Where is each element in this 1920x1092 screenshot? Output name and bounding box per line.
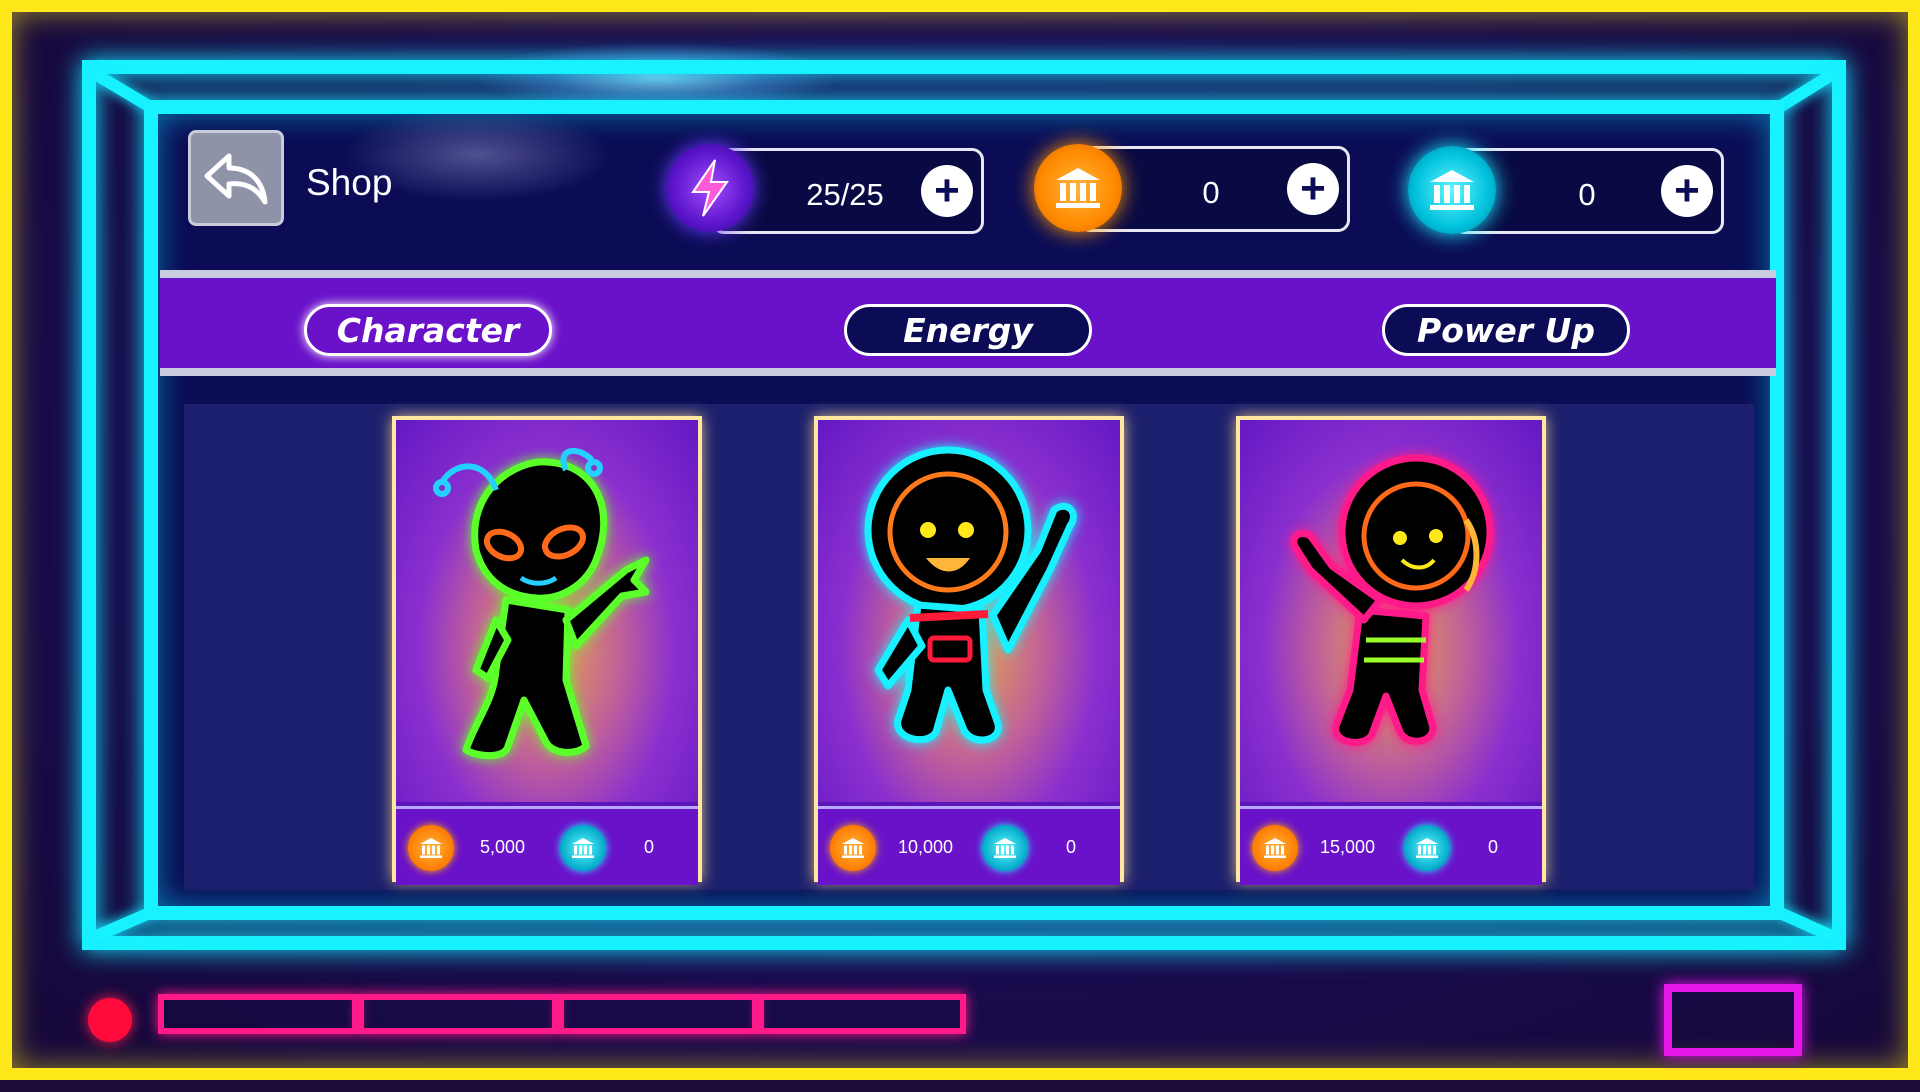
gold-value: 0 <box>1202 175 1220 210</box>
price-row: 10,000 0 <box>818 806 1120 885</box>
alien-character-art <box>396 420 698 802</box>
gold-price: 5,000 <box>480 837 526 857</box>
magenta-neon-box <box>1664 984 1802 1056</box>
gold-price: 10,000 <box>898 837 954 857</box>
gem-price: 0 <box>644 837 655 857</box>
gem-coin-icon <box>560 825 606 871</box>
gem-value: 0 <box>1578 177 1596 212</box>
gold-price: 15,000 <box>1320 837 1376 857</box>
astronaut-girl-art <box>1240 420 1542 802</box>
gold-coin-icon <box>408 825 454 871</box>
gem-coin-icon <box>982 825 1028 871</box>
pink-bar-segment <box>158 994 358 1034</box>
gold-coin-icon <box>1252 825 1298 871</box>
gem-coin-icon <box>1404 825 1450 871</box>
lightning-icon <box>666 144 754 232</box>
energy-value: 25/25 <box>806 177 884 212</box>
gem-price: 0 <box>1488 837 1499 857</box>
gold-coin-icon <box>830 825 876 871</box>
gold-bank-icon <box>1034 144 1122 232</box>
pink-bar-segment <box>758 994 966 1034</box>
game-screen: Shop 25/25 + 0 + 0 + Character Energy Po… <box>0 0 1920 1080</box>
character-card-alien[interactable]: 5,000 0 <box>392 416 702 885</box>
character-card-astronaut-boy[interactable]: 10,000 0 <box>814 416 1124 885</box>
add-energy-button[interactable]: + <box>921 165 973 217</box>
gem-bank-icon <box>1408 146 1496 234</box>
tab-character[interactable]: Character <box>304 304 552 356</box>
back-arrow-icon <box>204 153 268 205</box>
tab-power-up[interactable]: Power Up <box>1382 304 1630 356</box>
tab-energy[interactable]: Energy <box>844 304 1092 356</box>
red-indicator-light <box>88 998 132 1042</box>
astronaut-boy-art <box>818 420 1120 802</box>
category-tab-bar: Character Energy Power Up <box>160 270 1776 376</box>
page-title: Shop <box>306 162 393 203</box>
character-card-astronaut-girl[interactable]: 15,000 0 <box>1236 416 1546 885</box>
pink-bar-segment <box>558 994 758 1034</box>
price-row: 15,000 0 <box>1240 806 1542 885</box>
add-gold-button[interactable]: + <box>1287 163 1339 215</box>
gem-price: 0 <box>1066 837 1077 857</box>
pink-bar-segment <box>358 994 558 1034</box>
add-gem-button[interactable]: + <box>1661 165 1713 217</box>
price-row: 5,000 0 <box>396 806 698 885</box>
back-button[interactable] <box>188 130 284 226</box>
